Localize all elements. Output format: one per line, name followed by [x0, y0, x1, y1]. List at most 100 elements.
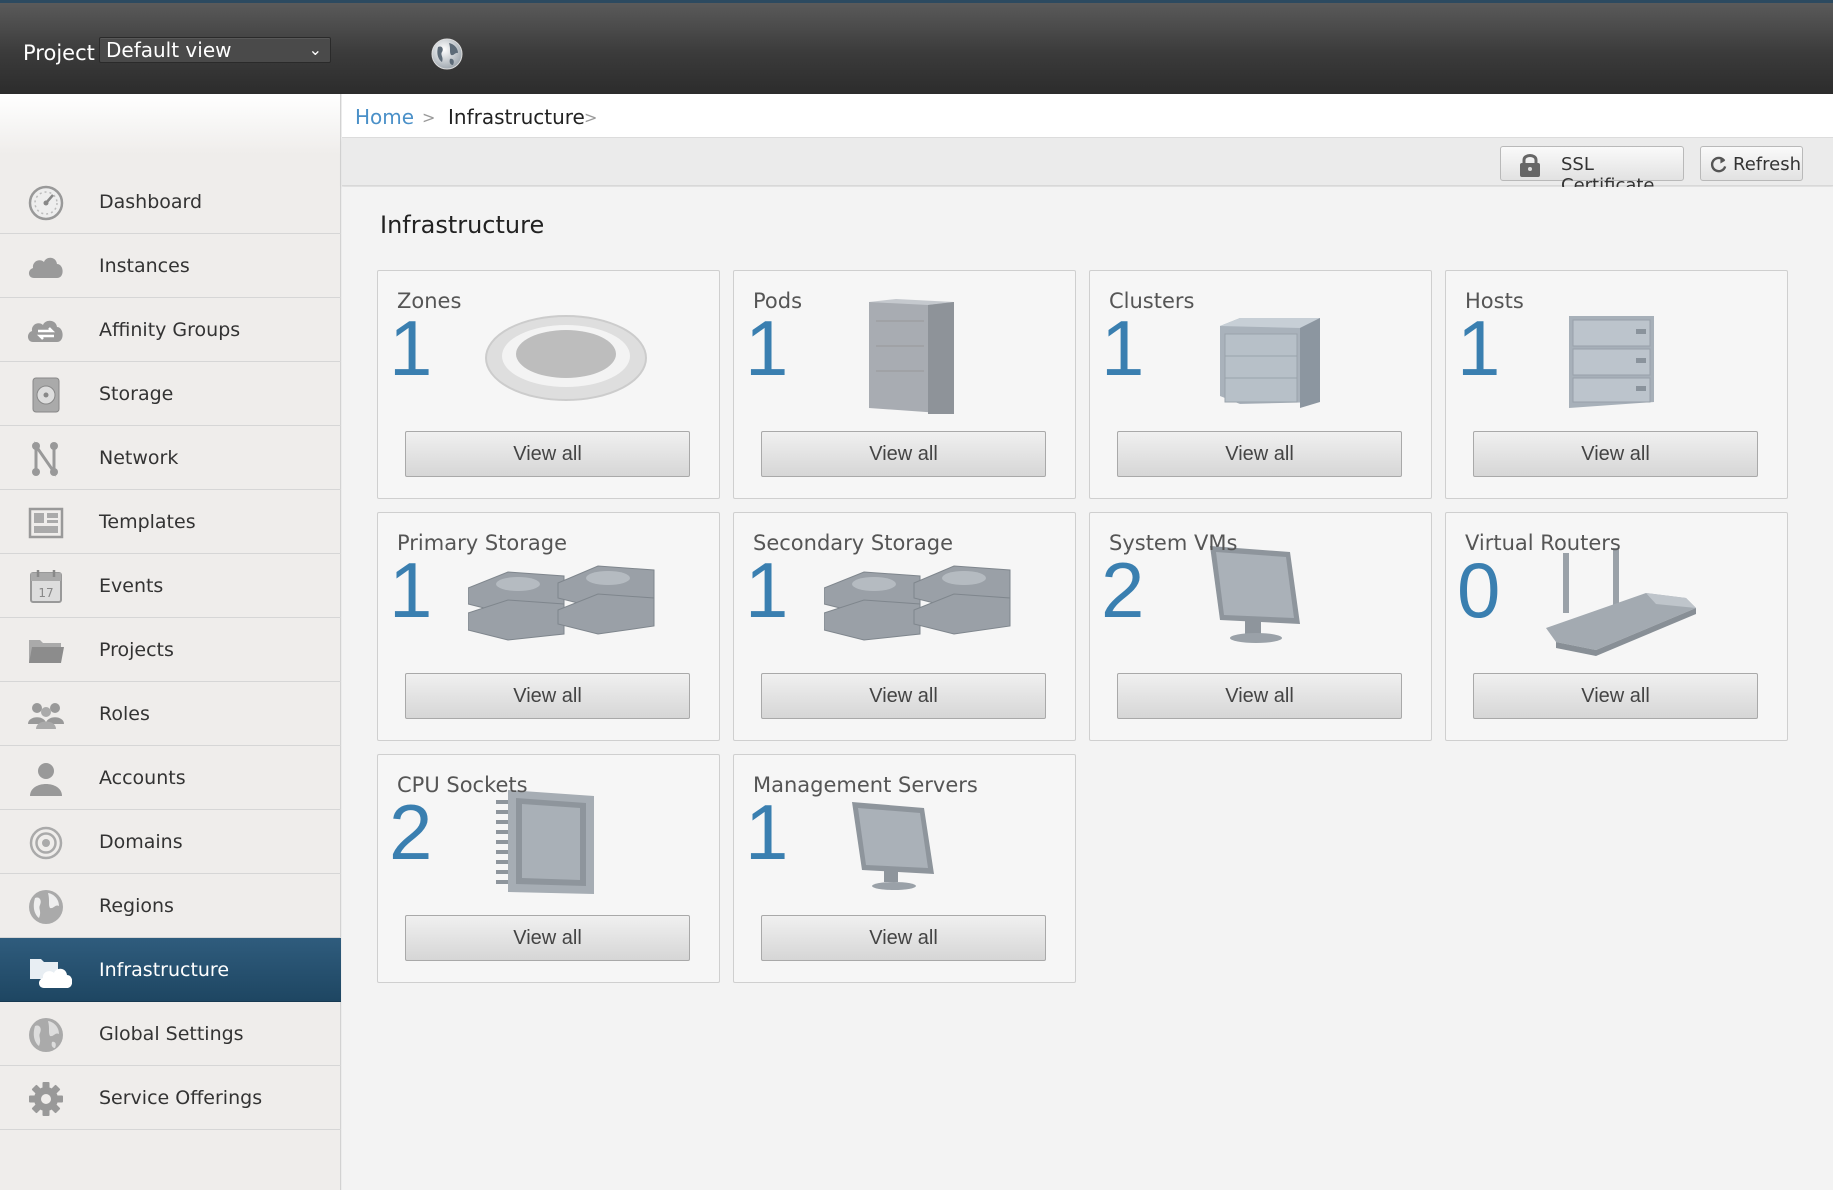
pod-icon [869, 299, 954, 414]
sidebar-item-label: Storage [99, 383, 174, 405]
sidebar-item-storage[interactable]: Storage [0, 362, 341, 426]
sidebar-item-label: Affinity Groups [99, 319, 241, 341]
project-select-value: Default view [106, 38, 232, 62]
view-all-management-servers-button[interactable]: View all [761, 915, 1046, 961]
view-all-cpu-sockets-button[interactable]: View all [405, 915, 690, 961]
sidebar-item-global-settings[interactable]: Global Settings [0, 1002, 341, 1066]
view-all-clusters-button[interactable]: View all [1117, 431, 1402, 477]
monitor-icon [852, 802, 934, 890]
tile-title: Secondary Storage [753, 531, 954, 555]
tile-count: 1 [745, 788, 789, 876]
refresh-button[interactable]: Refresh [1700, 146, 1803, 181]
domains-icon [29, 826, 63, 860]
tile-count: 1 [745, 546, 789, 634]
globe-icon [29, 890, 63, 924]
lock-icon [1520, 154, 1540, 177]
host-icon [1569, 316, 1654, 408]
tile-primary-storage: Primary Storage 1 View all [377, 512, 720, 741]
toolbar: SSL Certificate Refresh [342, 138, 1833, 196]
router-icon [1546, 548, 1696, 656]
tile-count: 1 [389, 304, 433, 392]
sidebar-item-infrastructure[interactable]: Infrastructure [0, 938, 341, 1002]
breadcrumb-separator: > [422, 108, 436, 127]
tile-hosts: Hosts 1 View all [1445, 270, 1788, 499]
tile-title: System VMs [1109, 531, 1238, 555]
tile-title: Primary Storage [397, 531, 567, 555]
view-all-zones-button[interactable]: View all [405, 431, 690, 477]
cluster-icon [1220, 318, 1320, 408]
globe-settings-icon [29, 1018, 63, 1052]
roles-icon [28, 703, 64, 729]
tile-zones: Zones 1 View all [377, 270, 720, 499]
sidebar-item-network[interactable]: Network [0, 426, 341, 490]
sidebar-item-label: Events [99, 575, 164, 597]
tile-count: 2 [1101, 546, 1145, 634]
sidebar-item-label: Templates [99, 511, 196, 533]
sidebar-item-label: Roles [99, 703, 150, 725]
tile-secondary-storage: Secondary Storage 1 View all [733, 512, 1076, 741]
disk-icon [32, 377, 60, 413]
tile-count: 1 [1457, 304, 1501, 392]
sidebar-item-affinity-groups[interactable]: Affinity Groups [0, 298, 341, 362]
sidebar-item-label: Dashboard [99, 191, 203, 213]
sidebar: Dashboard Instances Affinity Groups Stor… [0, 94, 341, 1190]
sidebar-item-label: Instances [99, 255, 190, 277]
sidebar-item-label: Projects [99, 639, 174, 661]
sidebar-item-templates[interactable]: Templates [0, 490, 341, 554]
tile-pods: Pods 1 View all [733, 270, 1076, 499]
breadcrumb-separator: > [584, 108, 598, 127]
sidebar-item-label: Accounts [99, 767, 186, 789]
sidebar-item-label: Domains [99, 831, 183, 853]
refresh-label: Refresh [1733, 154, 1801, 175]
ssl-certificate-button[interactable]: SSL Certificate [1500, 146, 1684, 196]
cpu-icon [496, 790, 594, 894]
secondary-storage-icon [824, 565, 1011, 641]
tile-title: Zones [397, 289, 462, 313]
primary-storage-icon [468, 565, 655, 641]
sidebar-item-label: Global Settings [99, 1023, 244, 1045]
breadcrumb-current[interactable]: Infrastructure [448, 105, 585, 129]
svg-text:17: 17 [38, 586, 53, 600]
globe-icon[interactable] [430, 37, 464, 71]
tile-count: 1 [745, 304, 789, 392]
view-all-primary-storage-button[interactable]: View all [405, 673, 690, 719]
tile-count: 0 [1457, 546, 1501, 634]
sidebar-item-events[interactable]: 17 Events [0, 554, 341, 618]
folder-icon [29, 640, 64, 663]
view-all-virtual-routers-button[interactable]: View all [1473, 673, 1758, 719]
sidebar-item-label: Network [99, 447, 179, 469]
dashboard-icon [28, 185, 64, 221]
monitor-icon [1210, 546, 1300, 643]
tile-management-servers: Management Servers 1 View all [733, 754, 1076, 983]
sidebar-item-accounts[interactable]: Accounts [0, 746, 341, 810]
affinity-icon [27, 320, 63, 342]
sidebar-item-service-offerings[interactable]: Service Offerings [0, 1066, 341, 1130]
view-all-secondary-storage-button[interactable]: View all [761, 673, 1046, 719]
sidebar-item-projects[interactable]: Projects [0, 618, 341, 682]
sidebar-item-roles[interactable]: Roles [0, 682, 341, 746]
sidebar-item-regions[interactable]: Regions [0, 874, 341, 938]
calendar-icon: 17 [30, 570, 62, 603]
view-all-hosts-button[interactable]: View all [1473, 431, 1758, 477]
page-title: Infrastructure [380, 211, 545, 239]
network-icon [32, 441, 58, 477]
project-select[interactable]: Default view ⌄ [99, 37, 331, 63]
sidebar-item-dashboard[interactable]: Dashboard [0, 170, 341, 234]
tile-title: Management Servers [753, 773, 978, 797]
sidebar-item-instances[interactable]: Instances [0, 234, 341, 298]
cloud-icon [28, 257, 63, 278]
tile-virtual-routers: Virtual Routers 0 View all [1445, 512, 1788, 741]
sidebar-item-domains[interactable]: Domains [0, 810, 341, 874]
breadcrumb-home-link[interactable]: Home [355, 105, 414, 129]
main-content: Infrastructure Zones 1 View all Pods 1 V… [342, 187, 1833, 1190]
sidebar-item-label: Service Offerings [99, 1087, 263, 1109]
gear-icon [29, 1082, 63, 1116]
tile-count: 2 [389, 788, 433, 876]
sidebar-item-label: Regions [99, 895, 174, 917]
view-all-system-vms-button[interactable]: View all [1117, 673, 1402, 719]
chevron-down-icon: ⌄ [308, 40, 322, 59]
tile-system-vms: System VMs 2 View all [1089, 512, 1432, 741]
view-all-pods-button[interactable]: View all [761, 431, 1046, 477]
top-header: Project Default view ⌄ [0, 0, 1833, 94]
zone-icon [485, 315, 647, 401]
